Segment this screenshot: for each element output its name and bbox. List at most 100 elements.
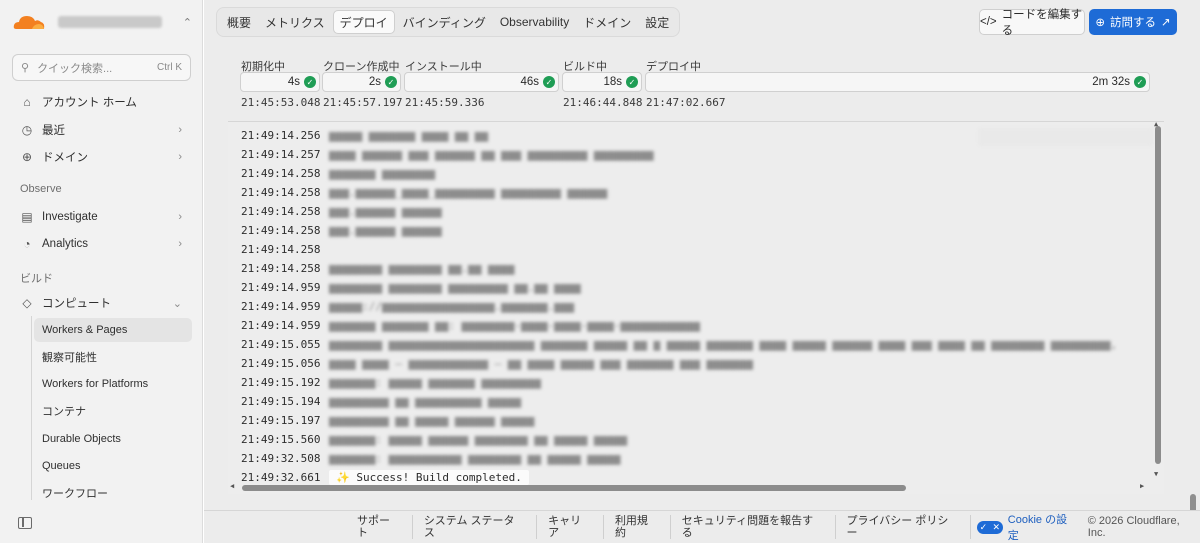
log-message-obscured: ▆▆▆▆▆▆▆: ▆▆▆▆▆ ▆▆▆▆▆▆▆ ▆▆▆▆▆▆▆▆▆	[329, 375, 541, 389]
log-row: 21:49:15.055 ▆▆▆▆▆▆▆▆ ▆▆▆▆▆▆▆▆▆▆▆▆▆▆▆▆▆▆▆…	[241, 335, 1117, 353]
tab-domains[interactable]: ドメイン	[577, 10, 637, 34]
sidebar-collapse-icon[interactable]	[18, 517, 32, 529]
log-horizontal-scrollbar[interactable]: ◀ ▶	[228, 482, 1152, 494]
log-timestamp: 21:49:15.560	[241, 432, 321, 446]
log-message-obscured: ▆▆▆.▆▆▆▆▆▆ ▆▆▆▆▆▆	[329, 223, 442, 237]
footer-link-support[interactable]: サポート	[346, 515, 413, 539]
tab-metrics[interactable]: メトリクス	[259, 10, 331, 34]
footer-link-report-security[interactable]: セキュリティ問題を報告する	[671, 515, 836, 539]
stage-duration: 46s	[520, 76, 539, 88]
check-icon: ✓	[626, 76, 638, 88]
search-placeholder: クイック検索...	[37, 62, 113, 75]
sidebar-item-containers[interactable]: コンテナ	[34, 399, 192, 423]
account-switcher[interactable]: ⌃	[12, 10, 192, 34]
footer: サポート システム ステータス キャリア 利用規約 セキュリティ問題を報告する …	[204, 510, 1200, 543]
tab-bar: 概要 メトリクス デプロイ バインディング Observability ドメイン…	[216, 7, 681, 37]
log-row: 21:49:14.959 ▆▆▆▆▆▆▆ ▆▆▆▆▆▆▆ ▆▆: ▆▆▆▆▆▆▆▆…	[241, 316, 700, 334]
search-shortcut: Ctrl K	[157, 62, 182, 73]
log-row: 21:49:15.197 ▆▆▆▆▆▆▆▆▆ ▆▆ ▆▆▆▆▆ ▆▆▆▆▆▆ ▆▆…	[241, 411, 534, 429]
log-timestamp: 21:49:14.258	[241, 185, 321, 199]
log-row: 21:49:14.258 ▆▆▆.▆▆▆▆▆▆_▆▆▆▆_▆▆▆▆▆▆▆▆▆ ▆▆…	[241, 183, 607, 201]
sidebar-item-recent[interactable]: ◷ 最近 ›	[12, 118, 192, 142]
sidebar-item-compute[interactable]: ◇ コンピュート ⌄	[12, 291, 192, 315]
log-message-obscured: ▆▆▆▆▆▆▆▆ ▆▆▆▆▆▆▆▆▆▆▆▆▆▆▆▆▆▆▆▆▆▆ ▆▆▆▆▆▆▆ …	[329, 337, 1118, 351]
log-timestamp: 21:49:32.508	[241, 451, 321, 465]
log-message-obscured: ▆▆▆▆▆▆▆ ▆▆▆▆▆▆▆ ▆▆: ▆▆▆▆▆▆▆▆-▆▆▆▆-▆▆▆▆-▆…	[329, 318, 700, 332]
sidebar-item-workers-for-platforms[interactable]: Workers for Platforms	[34, 372, 192, 396]
log-row: 21:49:14.257 ▆▆▆▆ ▆▆▆▆▆▆ ▆▆▆ ▆▆▆▆▆▆ ▆▆ ▆▆…	[241, 145, 654, 163]
log-vertical-scrollbar[interactable]: ▲ ▼	[1152, 122, 1164, 487]
edit-code-label: コードを編集する	[1001, 9, 1083, 37]
tab-settings[interactable]: 設定	[639, 10, 675, 34]
stage-duration-box: 46s ✓	[404, 72, 559, 92]
log-row: 21:49:32.508 ▆▆▆▆▆▆▆: ▆▆▆▆▆▆▆▆▆▆▆ ▆▆▆▆▆▆▆…	[241, 449, 620, 467]
edit-code-button[interactable]: </> コードを編集する	[979, 9, 1085, 37]
sidebar-item-analytics[interactable]: ◔ Analytics ›	[12, 232, 192, 256]
stage-duration: 18s	[603, 76, 622, 88]
sidebar-item-account-home[interactable]: ⌂ アカウント ホーム	[12, 90, 192, 114]
log-timestamp: 21:49:14.258	[241, 242, 321, 256]
log-message-obscured: ▆▆▆▆▆▆▆ ▆▆▆▆▆▆▆▆	[329, 166, 435, 180]
sidebar-item-label: アカウント ホーム	[42, 97, 137, 109]
log-message-obscured: ▆▆▆.▆▆▆▆▆▆_▆▆▆▆_▆▆▆▆▆▆▆▆▆ ▆▆▆▆▆▆▆▆▆ ▆▆▆▆…	[329, 185, 608, 199]
log-vertical-scroll-thumb[interactable]	[1155, 126, 1161, 464]
tab-deployments[interactable]: デプロイ	[332, 10, 395, 34]
chevron-right-icon: ›	[178, 211, 182, 223]
stage-timestamp: 21:46:44.848	[563, 96, 643, 109]
globe-icon: ⊕	[21, 150, 33, 164]
sidebar-item-workflows[interactable]: ワークフロー	[34, 481, 192, 505]
sidebar-item-label: 観察可能性	[42, 352, 97, 364]
sidebar-item-durable-objects[interactable]: Durable Objects	[34, 427, 192, 451]
log-row: 21:49:15.192 ▆▆▆▆▆▆▆: ▆▆▆▆▆ ▆▆▆▆▆▆▆ ▆▆▆▆▆…	[241, 373, 541, 391]
log-timestamp: 21:49:15.197	[241, 413, 321, 427]
search-icon: ⚲	[21, 62, 30, 74]
sidebar-item-label: ドメイン	[42, 152, 88, 164]
log-message-obscured: ▆▆▆▆ ▆▆▆▆▆▆ ▆▆▆ ▆▆▆▆▆▆ ▆▆ ▆▆▆ ▆▆▆▆▆▆▆▆▆ …	[329, 147, 654, 161]
log-message-obscured: ▆▆▆▆▆▆▆: ▆▆▆▆▆▆▆▆▆▆▆ ▆▆▆▆▆▆▆▆ ▆▆ ▆▆▆▆▆ ▆…	[329, 451, 621, 465]
cookie-settings-link[interactable]: ✓ ✕ Cookie の設定	[971, 511, 1088, 543]
sidebar: ⌃ ⚲ クイック検索... Ctrl K ⌂ アカウント ホーム ◷ 最近 › …	[0, 0, 203, 543]
chevron-right-icon: ›	[178, 124, 182, 136]
visit-button[interactable]: ⊕ 訪問する ↗	[1089, 9, 1177, 35]
copyright: © 2026 Cloudflare, Inc.	[1087, 515, 1180, 539]
sidebar-item-queues[interactable]: Queues	[34, 454, 192, 478]
clock-icon: ◷	[21, 123, 33, 137]
log-timestamp: 21:49:15.056	[241, 356, 321, 370]
tab-bindings[interactable]: バインディング	[397, 10, 492, 34]
log-message-obscured: ▆▆▆▆▆▆▆: ▆▆▆▆▆ ▆▆▆▆▆▆ ▆▆▆▆▆▆▆▆ ▆▆ ▆▆▆▆▆ …	[329, 432, 628, 446]
scroll-right-icon[interactable]: ▶	[1140, 482, 1144, 490]
log-row: 21:49:14.258	[241, 240, 327, 258]
tab-overview[interactable]: 概要	[221, 10, 257, 34]
sidebar-item-investigate[interactable]: ▤ Investigate ›	[12, 205, 192, 229]
sidebar-item-label: Analytics	[42, 238, 89, 250]
footer-link-privacy[interactable]: プライバシー ポリシー	[836, 515, 971, 539]
footer-link-terms[interactable]: 利用規約	[604, 515, 671, 539]
check-icon: ✓	[304, 76, 316, 88]
log-message-obscured: ▆▆▆.▆▆▆▆▆▆ ▆▆▆▆▆▆	[329, 204, 442, 218]
log-row: 21:49:15.194 ▆▆▆▆▆▆▆▆▆ ▆▆ ▆▆▆▆▆▆▆▆▆▆ ▆▆▆▆…	[241, 392, 521, 410]
tab-observability[interactable]: Observability	[494, 10, 575, 34]
quick-search[interactable]: ⚲ クイック検索... Ctrl K	[12, 54, 191, 81]
log-horizontal-scroll-thumb[interactable]	[242, 485, 906, 491]
build-log[interactable]: 21:49:14.256 ▆▆▆▆▆ ▆▆▆▆▆▆▆ ▆▆▆▆ ▆▆ ▆▆ 21:…	[228, 121, 1164, 494]
scroll-down-icon[interactable]: ▼	[1154, 470, 1158, 478]
scroll-left-icon[interactable]: ◀	[230, 482, 234, 490]
main-panel: 概要 メトリクス デプロイ バインディング Observability ドメイン…	[204, 0, 1200, 543]
log-timestamp: 21:49:14.959	[241, 318, 321, 332]
footer-link-system-status[interactable]: システム ステータス	[413, 515, 538, 539]
code-icon: </>	[980, 16, 997, 28]
visit-label: 訪問する	[1110, 17, 1156, 29]
sidebar-item-domains[interactable]: ⊕ ドメイン ›	[12, 145, 192, 169]
log-row: 21:49:15.560 ▆▆▆▆▆▆▆: ▆▆▆▆▆ ▆▆▆▆▆▆ ▆▆▆▆▆▆…	[241, 430, 627, 448]
compute-icon: ◇	[22, 296, 32, 310]
footer-link-careers[interactable]: キャリア	[537, 515, 604, 539]
log-message-obscured: ▆▆▆▆ ▆▆▆▆ — ▆▆▆▆▆▆▆▆▆▆▆▆ — ▆▆ ▆▆▆▆ ▆▆▆▆▆…	[329, 356, 753, 370]
sidebar-item-label: コンピュート	[42, 298, 111, 310]
log-toolbar[interactable]	[978, 128, 1153, 146]
log-message-obscured: ▆▆▆▆▆://▆▆▆▆▆▆▆▆▆▆▆▆▆▆▆▆▆.▆▆▆▆▆▆▆.▆▆▆	[329, 299, 575, 313]
sidebar-item-workers-pages[interactable]: Workers & Pages	[34, 318, 192, 342]
log-row: 21:49:14.258 ▆▆▆.▆▆▆▆▆▆ ▆▆▆▆▆▆	[241, 221, 442, 239]
sidebar-item-observability[interactable]: 観察可能性	[34, 345, 192, 369]
log-message-obscured: ▆▆▆▆▆▆▆▆▆ ▆▆ ▆▆▆▆▆▆▆▆▆▆ ▆▆▆▆▆	[329, 394, 522, 408]
log-timestamp: 21:49:15.055	[241, 337, 321, 351]
